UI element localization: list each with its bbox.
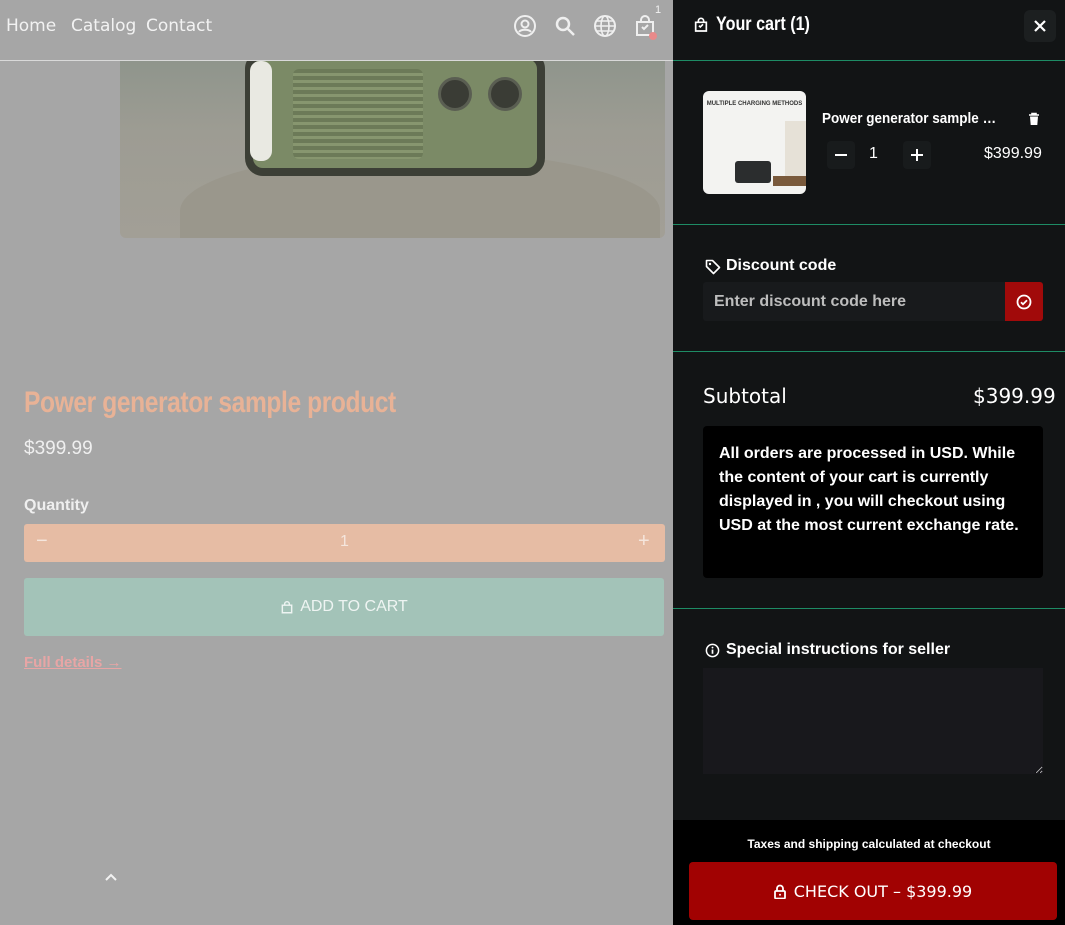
- add-to-cart-button[interactable]: ADD TO CART: [24, 578, 664, 636]
- nav-link-contact[interactable]: Contact: [146, 16, 212, 36]
- image-generator: [735, 161, 771, 183]
- image-curtain: [785, 121, 806, 176]
- radio-grille: [293, 69, 423, 159]
- special-instructions-label: Special instructions for seller: [726, 641, 951, 658]
- quantity-label: Quantity: [24, 497, 89, 514]
- divider: [673, 60, 1065, 61]
- close-cart-button[interactable]: [1024, 10, 1056, 42]
- lock-icon: [773, 884, 786, 899]
- check-circle-icon: [1016, 294, 1032, 309]
- checkout-button[interactable]: CHECK OUT – $399.99: [689, 862, 1057, 920]
- cart-item-price: $399.99: [984, 145, 1042, 162]
- product-title: Power generator sample product: [24, 386, 396, 419]
- radio-knob: [438, 77, 472, 111]
- product-page: Home Catalog Contact 1 Power generator s…: [0, 0, 673, 925]
- divider: [673, 351, 1065, 352]
- increase-quantity-button[interactable]: +: [638, 530, 650, 553]
- cart-footer: Taxes and shipping calculated at checkou…: [673, 820, 1065, 925]
- cart-bag-icon: [694, 17, 708, 32]
- image-caption: MULTIPLE CHARGING METHODS: [706, 101, 803, 107]
- add-to-cart-label: ADD TO CART: [300, 598, 408, 615]
- subtotal-label: Subtotal: [703, 384, 787, 408]
- cart-count-badge: 1: [655, 4, 662, 16]
- checkout-label: CHECK OUT – $399.99: [793, 881, 973, 901]
- product-image: [120, 61, 665, 238]
- product-price: $399.99: [24, 438, 93, 459]
- minus-icon: [835, 154, 847, 156]
- account-icon[interactable]: [513, 14, 537, 38]
- info-icon: [705, 643, 720, 658]
- tag-icon: [705, 259, 721, 275]
- cart-decrease-quantity-button[interactable]: [827, 141, 855, 169]
- image-shelf: [773, 176, 806, 186]
- plus-icon: [911, 149, 923, 161]
- radio-knob: [488, 77, 522, 111]
- cart-title: Your cart (1): [716, 14, 810, 35]
- nav-link-catalog[interactable]: Catalog: [71, 16, 136, 36]
- divider: [673, 608, 1065, 609]
- cart-dot: [649, 32, 657, 40]
- full-details-link[interactable]: Full details →: [24, 654, 122, 671]
- cart-drawer: Your cart (1) MULTIPLE CHARGING METHODS …: [673, 0, 1065, 925]
- apply-discount-button[interactable]: [1005, 282, 1043, 321]
- quantity-value[interactable]: 1: [24, 533, 665, 551]
- bag-icon: [281, 600, 293, 613]
- subtotal-value: $399.99: [973, 384, 1056, 408]
- search-icon[interactable]: [553, 14, 577, 38]
- cart-item-image[interactable]: MULTIPLE CHARGING METHODS: [703, 91, 806, 194]
- cart-increase-quantity-button[interactable]: [903, 141, 931, 169]
- top-nav: Home Catalog Contact 1: [0, 0, 673, 61]
- nav-link-home[interactable]: Home: [6, 16, 56, 36]
- cart-item-name[interactable]: Power generator sample product: [822, 110, 1002, 127]
- scroll-to-top-chevron-icon[interactable]: [104, 866, 122, 884]
- discount-code-label: Discount code: [726, 257, 837, 274]
- tax-shipping-note: Taxes and shipping calculated at checkou…: [747, 837, 991, 851]
- divider: [673, 224, 1065, 225]
- globe-icon[interactable]: [593, 14, 617, 38]
- radio-shape: [245, 61, 545, 176]
- close-icon: [1034, 20, 1046, 32]
- currency-note: All orders are processed in USD. While t…: [703, 426, 1043, 578]
- discount-code-input[interactable]: [703, 282, 1005, 321]
- cart-item-quantity[interactable]: 1: [869, 145, 878, 163]
- quantity-stepper: − 1 +: [24, 524, 665, 562]
- trash-icon[interactable]: [1027, 112, 1041, 126]
- special-instructions-textarea[interactable]: [703, 668, 1043, 774]
- radio-lamp: [250, 61, 272, 161]
